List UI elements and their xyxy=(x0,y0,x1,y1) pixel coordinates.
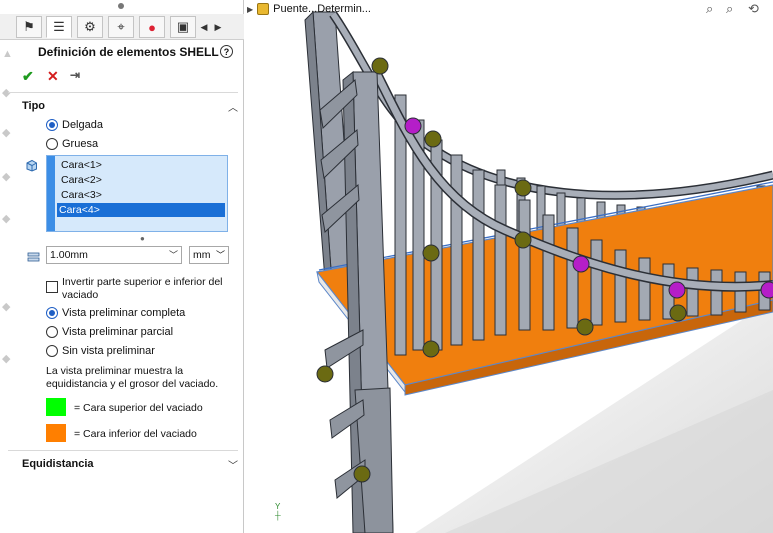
radio-button[interactable] xyxy=(46,345,58,357)
panel-grip[interactable] xyxy=(118,3,124,9)
property-list-icon: ☰ xyxy=(53,19,65,34)
radio-button[interactable] xyxy=(46,119,58,131)
reference-triad-icon: Y ┼ xyxy=(275,502,281,520)
part-icon xyxy=(257,3,270,15)
ghost-feature-icon: ▲ xyxy=(2,48,13,60)
list-item[interactable]: Cara<1> xyxy=(59,158,227,172)
ghost-feature-icon: ◆ xyxy=(2,171,11,183)
thickness-field[interactable]: 1.00mm ﹀ xyxy=(46,246,182,264)
flip-checkbox[interactable] xyxy=(46,281,58,293)
resize-handle-icon[interactable]: ● xyxy=(140,234,145,243)
radio-label: Sin vista preliminar xyxy=(62,345,155,357)
thickness-value: 1.00mm xyxy=(50,249,88,261)
zoom-area-icon[interactable]: ⌕ xyxy=(726,1,733,17)
tab-scroll-right-icon[interactable]: ▶ xyxy=(212,18,224,36)
axis-label: Y xyxy=(275,502,281,511)
bottom-face-swatch xyxy=(46,424,66,442)
tab-scroll-left-icon[interactable]: ◀ xyxy=(198,18,210,36)
zoom-to-fit-icon[interactable]: ⌕ xyxy=(706,1,713,17)
tab-feature-manager[interactable]: ⚑ xyxy=(16,16,42,38)
list-item-selected[interactable]: Cara<4> xyxy=(57,203,225,217)
radio-button[interactable] xyxy=(46,326,58,338)
tab-property-manager[interactable]: ☰ xyxy=(46,16,72,38)
ghost-feature-icon: ◆ xyxy=(2,127,11,139)
tab-more[interactable]: ▣ xyxy=(170,16,196,38)
previous-view-icon[interactable]: ⟲ xyxy=(748,1,759,17)
top-face-swatch xyxy=(46,398,66,416)
radio-button[interactable] xyxy=(46,307,58,319)
tree-label[interactable]: Puente...Determin... xyxy=(273,3,371,15)
top-face-label: = Cara superior del vaciado xyxy=(74,402,203,414)
unit-select[interactable]: mm ﹀ xyxy=(189,246,229,264)
radio-delgada[interactable]: Delgada xyxy=(46,119,103,131)
ghost-feature-icon: ◆ xyxy=(2,353,11,365)
bottom-face-label: = Cara inferior del vaciado xyxy=(74,428,197,440)
face-selection-list[interactable]: Cara<1> Cara<2> Cara<3> Cara<4> xyxy=(46,155,228,232)
radio-button[interactable] xyxy=(46,138,58,150)
preview-note: La vista preliminar muestra la equidista… xyxy=(46,365,219,390)
radio-label: Gruesa xyxy=(62,138,99,150)
bridge-model[interactable] xyxy=(245,0,773,533)
section-equidistancia-header[interactable]: Equidistancia xyxy=(22,458,94,470)
flip-label: Invertir parte superior e inferior del v… xyxy=(62,276,223,301)
page-title: Definición de elementos SHELL xyxy=(38,45,219,59)
chevron-up-icon[interactable]: ︿ xyxy=(228,99,238,114)
divider xyxy=(8,92,238,93)
radio-label: Delgada xyxy=(62,119,103,131)
help-icon[interactable]: ? xyxy=(220,45,233,58)
unit-value: mm xyxy=(193,249,211,261)
list-accent-strip xyxy=(47,156,55,231)
section-tipo-header[interactable]: Tipo xyxy=(22,100,45,112)
ghost-feature-icon: ◆ xyxy=(2,213,11,225)
list-item[interactable]: Cara<3> xyxy=(59,188,227,202)
chevron-down-icon[interactable]: ﹀ xyxy=(216,247,225,263)
divider xyxy=(8,450,238,451)
radio-preview-none[interactable]: Sin vista preliminar xyxy=(46,345,155,357)
pin-icon[interactable]: ⇥ xyxy=(70,68,80,82)
radio-gruesa[interactable]: Gruesa xyxy=(46,138,98,150)
property-manager-panel: ⚑ ☰ ⚙ ⌖ ● ▣ ◀ ▶ ▲ ◆ ◆ ◆ ◆ ◆ ◆ Definición… xyxy=(0,0,244,533)
list-item[interactable]: Cara<2> xyxy=(59,173,227,187)
feature-tree-flyout[interactable]: ▶ Puente...Determin... xyxy=(247,3,371,15)
document-icon: ▣ xyxy=(176,19,190,34)
manager-tabbar: ⚑ ☰ ⚙ ⌖ ● ▣ ◀ ▶ xyxy=(0,14,244,40)
feature-tree-icon: ⚑ xyxy=(23,19,35,34)
crosshair-icon: ⌖ xyxy=(117,19,125,34)
radio-preview-full[interactable]: Vista preliminar completa xyxy=(46,307,185,319)
ok-icon[interactable]: ✔ xyxy=(22,68,34,85)
radio-preview-partial[interactable]: Vista preliminar parcial xyxy=(46,326,173,338)
chevron-down-icon[interactable]: ﹀ xyxy=(228,457,238,472)
cancel-icon[interactable]: ✕ xyxy=(47,68,59,85)
graphics-viewport[interactable]: ▶ Puente...Determin... ⌕ ⌕ ⟲ Y ┼ xyxy=(245,0,773,533)
ghost-feature-icon: ◆ xyxy=(2,301,11,313)
radio-label: Vista preliminar parcial xyxy=(62,326,174,338)
color-wheel-icon: ● xyxy=(148,19,156,35)
chevron-down-icon[interactable]: ﹀ xyxy=(169,247,178,263)
face-selection-icon xyxy=(26,159,37,172)
expand-arrow-icon[interactable]: ▶ xyxy=(247,5,253,14)
thickness-icon xyxy=(27,252,40,262)
tab-dimxpert[interactable]: ⌖ xyxy=(108,16,134,38)
radio-label: Vista preliminar completa xyxy=(62,307,186,319)
configuration-icon: ⚙ xyxy=(84,19,96,34)
tab-display-manager[interactable]: ● xyxy=(139,16,165,38)
tab-configuration-manager[interactable]: ⚙ xyxy=(77,16,103,38)
